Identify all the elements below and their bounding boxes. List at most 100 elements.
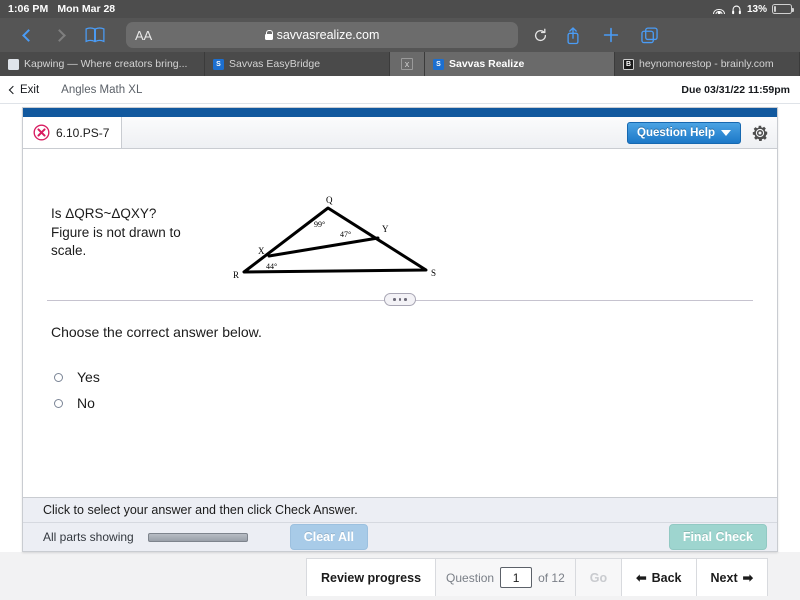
- savvas-favicon: S: [213, 58, 224, 70]
- wifi-icon: [713, 4, 726, 14]
- book-icon: [85, 27, 105, 43]
- answer-options: Yes No: [51, 364, 100, 416]
- browser-tab-brainly[interactable]: B heynomorestop - brainly.com: [615, 52, 800, 76]
- angle-label-47: 47°: [340, 230, 351, 239]
- settings-button[interactable]: [751, 124, 769, 142]
- question-number-input[interactable]: [500, 567, 533, 588]
- battery-icon: [772, 4, 794, 14]
- address-bar[interactable]: AA savvasrealize.com: [126, 22, 518, 48]
- browser-tab-kapwing[interactable]: Kapwing — Where creators bring...: [0, 52, 205, 76]
- question-line-1: Is ΔQRS~ΔQXY?: [51, 206, 157, 221]
- answer-option-no[interactable]: No: [51, 390, 100, 416]
- answer-option-yes[interactable]: Yes: [51, 364, 100, 390]
- safari-toolbar: AA savvasrealize.com: [0, 18, 800, 52]
- tab-title: heynomorestop - brainly.com: [639, 58, 774, 70]
- brainly-favicon: B: [623, 58, 634, 70]
- reload-button[interactable]: [526, 28, 554, 43]
- answer-option-label: Yes: [77, 369, 100, 385]
- tabs-icon: [640, 26, 658, 43]
- question-id-label: 6.10.PS-7: [56, 125, 110, 140]
- question-help-label: Question Help: [637, 126, 715, 139]
- exit-label: Exit: [20, 83, 40, 96]
- browser-back-button[interactable]: [10, 20, 44, 50]
- question-line-3: scale.: [51, 243, 87, 258]
- browser-forward-button[interactable]: [44, 20, 78, 50]
- question-text: Is ΔQRS~ΔQXY? Figure is not drawn to sca…: [51, 205, 231, 261]
- exercise-body: Is ΔQRS~ΔQXY? Figure is not drawn to sca…: [23, 149, 777, 497]
- question-id-tab[interactable]: 6.10.PS-7: [23, 117, 123, 148]
- angle-label-44: 44°: [266, 262, 277, 271]
- instruction-bar: Click to select your answer and then cli…: [23, 497, 777, 522]
- browser-tab-savvas-realize[interactable]: S Savvas Realize: [425, 52, 615, 76]
- bottom-navigation: Review progress Question of 12 Go ⬅ Back…: [306, 558, 769, 596]
- parts-scrollbar[interactable]: [147, 532, 248, 542]
- final-check-button[interactable]: Final Check: [668, 524, 767, 550]
- question-label: Question: [446, 570, 495, 585]
- plus-icon: [603, 27, 619, 43]
- tab-title: Savvas EasyBridge: [229, 58, 321, 70]
- back-button[interactable]: ⬅ Back: [622, 559, 697, 596]
- divider-handle[interactable]: [384, 293, 416, 306]
- arrow-right-icon: ➡: [742, 571, 754, 585]
- question-help-button[interactable]: Question Help: [627, 121, 741, 144]
- question-jump-group: Question of 12: [436, 559, 576, 596]
- radio-button[interactable]: [54, 398, 63, 408]
- battery-percent: 13%: [746, 3, 767, 15]
- parts-showing-label: All parts showing: [43, 530, 134, 544]
- clear-all-button[interactable]: Clear All: [289, 524, 368, 550]
- exercise-top-bar: [23, 108, 777, 117]
- exercise-toolbar: 6.10.PS-7 Question Help: [23, 117, 777, 149]
- chevron-left-icon: [22, 28, 35, 42]
- vertex-label-Q: Q: [326, 195, 333, 205]
- caret-down-icon: [721, 129, 731, 136]
- question-line-2: Figure is not drawn to: [51, 224, 181, 240]
- vertex-label-Y: Y: [382, 224, 389, 234]
- lock-icon: [264, 30, 273, 40]
- chevron-right-icon: [53, 28, 66, 42]
- answer-option-label: No: [77, 395, 95, 411]
- question-total-label: of 12: [538, 570, 565, 585]
- reload-icon: [534, 28, 546, 41]
- browser-tab-savvas-easybridge[interactable]: S Savvas EasyBridge: [205, 52, 390, 76]
- review-progress-button[interactable]: Review progress: [307, 559, 437, 596]
- vertex-label-R: R: [233, 270, 239, 280]
- incorrect-x-icon: [33, 124, 50, 141]
- show-tabs-button[interactable]: [630, 26, 668, 44]
- text-size-button[interactable]: AA: [135, 28, 152, 43]
- share-button[interactable]: [554, 26, 592, 45]
- next-button[interactable]: Next ➡: [696, 559, 768, 596]
- assignment-title: Angles Math XL: [61, 83, 143, 96]
- ios-status-bar: 1:06 PM Mon Mar 28 13%: [0, 0, 800, 18]
- close-tab-button[interactable]: x: [390, 52, 425, 76]
- share-icon: [567, 26, 579, 44]
- arrow-left-icon: ⬅: [636, 571, 647, 585]
- parts-bar: All parts showing Clear All Final Check: [23, 522, 777, 551]
- vertex-label-S: S: [431, 268, 436, 278]
- tab-title: Savvas Realize: [449, 58, 525, 70]
- gear-icon: [752, 125, 768, 141]
- chevron-left-icon: [8, 85, 18, 94]
- next-label: Next: [710, 570, 738, 585]
- due-date: Due 03/31/22 11:59pm: [681, 83, 790, 96]
- close-icon: x: [401, 58, 413, 70]
- headphones-icon: [732, 5, 741, 14]
- bookmarks-button[interactable]: [78, 20, 112, 50]
- tab-title: Kapwing — Where creators bring...: [24, 58, 188, 70]
- vertex-label-X: X: [258, 246, 265, 256]
- status-time: 1:06 PM: [8, 3, 49, 15]
- browser-tab-bar: Kapwing — Where creators bring... S Savv…: [0, 52, 800, 76]
- exercise-frame: 6.10.PS-7 Question Help Is ΔQRS~ΔQXY? Fi…: [22, 107, 778, 552]
- geometry-figure: Q R S X Y 99° 47° 44°: [233, 195, 436, 280]
- new-tab-button[interactable]: [592, 27, 630, 43]
- angle-label-99: 99°: [314, 220, 325, 229]
- app-header: Exit Angles Math XL Due 03/31/22 11:59pm: [0, 76, 800, 104]
- answer-prompt: Choose the correct answer below.: [51, 324, 262, 340]
- status-date: Mon Mar 28: [57, 3, 116, 15]
- exit-button[interactable]: Exit: [8, 83, 40, 96]
- url-text: savvasrealize.com: [276, 28, 380, 42]
- savvas-favicon: S: [433, 58, 444, 70]
- back-label: Back: [651, 570, 682, 585]
- kapwing-favicon: [8, 58, 19, 70]
- go-button[interactable]: Go: [575, 559, 623, 596]
- radio-button[interactable]: [54, 372, 63, 382]
